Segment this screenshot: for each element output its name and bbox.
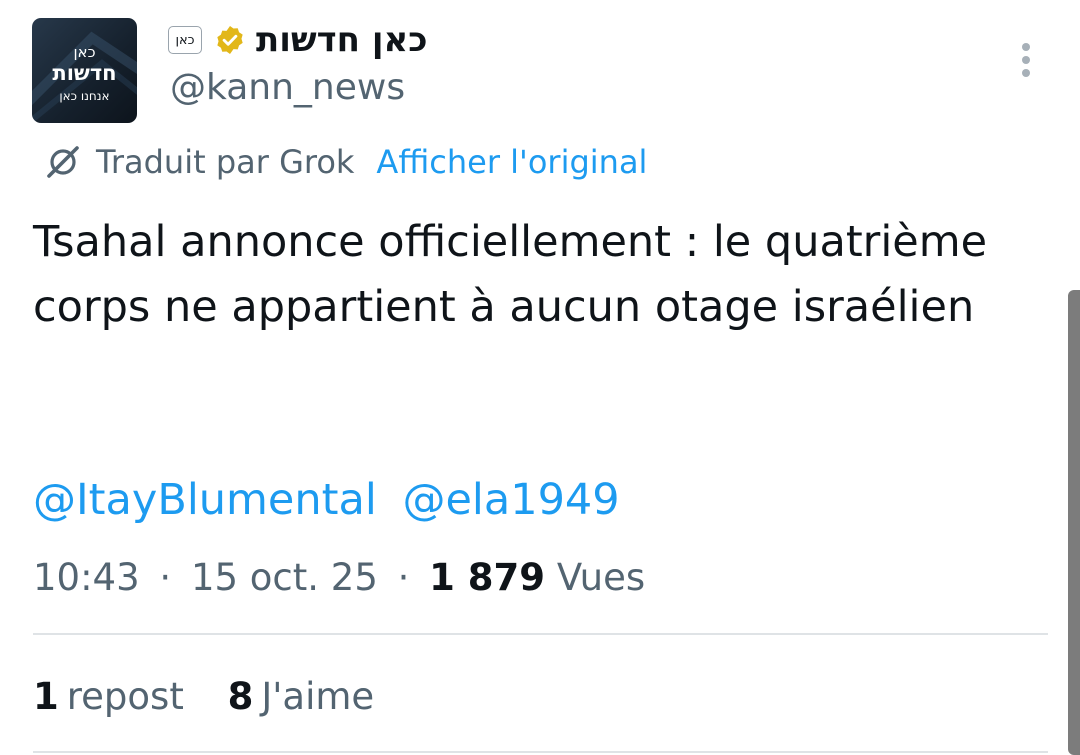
likes-label: J'aime xyxy=(261,675,375,718)
affiliation-badge-text: כאן xyxy=(175,32,195,48)
views-label: Vues xyxy=(556,556,646,599)
mention-link[interactable]: @ela1949 xyxy=(402,475,619,525)
translated-by-label: Traduit par Grok xyxy=(96,143,355,181)
mention-link[interactable]: @ItayBlumental xyxy=(33,475,377,525)
tweet-text: Tsahal annonce officiellement : le quatr… xyxy=(33,217,988,332)
separator-dot: · xyxy=(397,556,410,599)
likes-stat[interactable]: 8 J'aime xyxy=(228,675,375,718)
view-count: 1 879 xyxy=(429,556,546,599)
tweet-time[interactable]: 10:43 xyxy=(33,556,140,599)
translation-row: Traduit par Grok Afficher l'original xyxy=(44,142,647,182)
avatar[interactable]: כאן חדשות אנחנו כאן xyxy=(32,18,137,123)
more-options-icon[interactable] xyxy=(1012,40,1040,82)
verified-badge-icon[interactable] xyxy=(214,24,246,56)
separator-dot: · xyxy=(159,556,172,599)
avatar-logo-slogan: אנחנו כאן xyxy=(59,89,110,103)
reposts-label: repost xyxy=(66,675,184,718)
likes-count: 8 xyxy=(227,675,254,718)
show-original-link[interactable]: Afficher l'original xyxy=(376,143,647,181)
avatar-logo-title: חדשות xyxy=(52,61,117,85)
divider xyxy=(33,633,1048,635)
author-handle[interactable]: @kann_news xyxy=(170,70,405,106)
tweet-metadata: 10:43 · 15 oct. 25 · 1 879 Vues xyxy=(33,553,645,603)
divider xyxy=(33,751,1048,753)
reposts-count: 1 xyxy=(33,675,59,718)
tweet-date[interactable]: 15 oct. 25 xyxy=(191,556,378,599)
author-name-row: כאן כאן חדשות xyxy=(168,18,428,62)
author-display-name[interactable]: כאן חדשות xyxy=(256,23,428,57)
avatar-logo-text: כאן xyxy=(73,43,96,61)
tweet-mentions: @ItayBlumental @ela1949 xyxy=(33,470,620,530)
engagement-stats: 1 repost 8 J'aime xyxy=(33,670,374,724)
reposts-stat[interactable]: 1 repost xyxy=(33,675,184,718)
scrollbar-thumb[interactable] xyxy=(1068,290,1080,755)
grok-icon xyxy=(47,146,79,178)
affiliation-badge[interactable]: כאן xyxy=(168,26,202,54)
